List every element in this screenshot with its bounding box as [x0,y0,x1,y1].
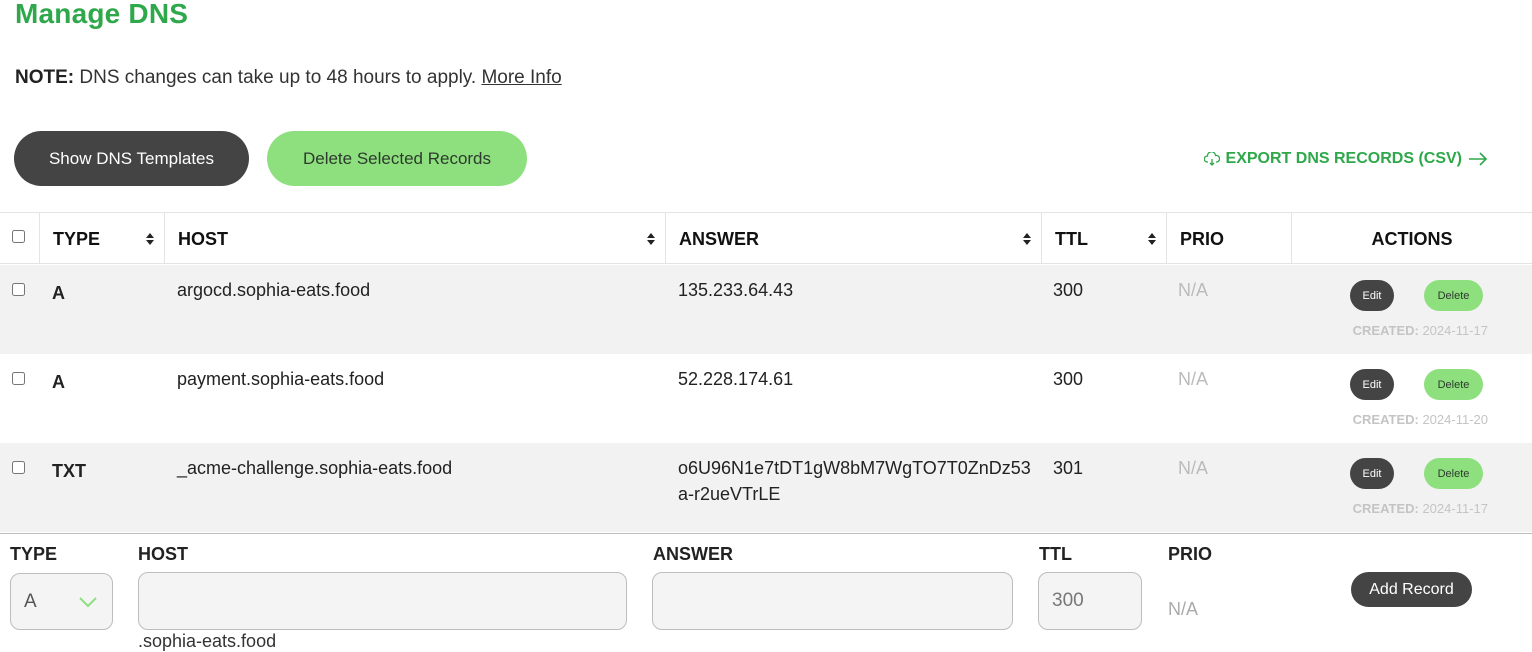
chevron-down-icon [79,597,97,608]
created-label: CREATED: [1352,412,1419,427]
arrow-right-icon [1468,151,1488,167]
row-checkbox[interactable] [12,461,25,474]
record-prio: N/A [1178,369,1209,389]
created-label: CREATED: [1352,323,1419,338]
created-value: 2024-11-17 [1418,323,1488,338]
delete-button[interactable]: Delete [1424,280,1483,311]
add-record-button[interactable]: Add Record [1351,572,1472,607]
prio-value: N/A [1168,599,1199,619]
form-type-label: TYPE [10,544,58,564]
record-type: A [52,283,65,303]
note: NOTE: DNS changes can take up to 48 hour… [15,67,562,89]
host-input[interactable] [138,572,627,630]
table-row: TXT _acme-challenge.sophia-eats.food o6U… [0,443,1532,532]
column-ttl-label: TTL [1055,229,1088,249]
table-header: TYPE HOST ANSWER TTL PRIO ACTIONS [0,212,1532,264]
created-date: CREATED: 2024-11-17 [1328,323,1488,338]
select-all-checkbox[interactable] [12,230,25,243]
answer-input[interactable] [652,572,1013,630]
edit-button[interactable]: Edit [1350,369,1394,400]
form-ttl-label: TTL [1039,544,1072,564]
column-answer[interactable]: ANSWER [665,213,1041,264]
record-answer: 52.228.174.61 [678,369,794,389]
edit-button[interactable]: Edit [1350,280,1394,311]
created-date: CREATED: 2024-11-20 [1328,412,1488,427]
record-host: _acme-challenge.sophia-eats.food [177,458,453,478]
export-label: EXPORT DNS RECORDS (CSV) [1225,150,1462,167]
sort-icon [146,233,154,245]
column-host[interactable]: HOST [164,213,665,264]
column-ttl[interactable]: TTL [1041,213,1166,264]
record-type: TXT [52,461,86,481]
sort-icon [1023,233,1031,245]
record-answer: o6U96N1e7tDT1gW8bM7WgTO7T0ZnDz53a-r2ueVT… [678,458,1031,504]
delete-button[interactable]: Delete [1424,458,1483,489]
note-label: NOTE: [15,67,75,88]
type-select[interactable]: A [10,573,113,630]
sort-icon [647,233,655,245]
record-prio: N/A [1178,280,1209,300]
column-actions: ACTIONS [1291,213,1532,264]
row-checkbox[interactable] [12,283,25,296]
delete-selected-records-button[interactable]: Delete Selected Records [267,131,527,186]
created-value: 2024-11-20 [1418,412,1488,427]
column-type[interactable]: TYPE [39,213,164,264]
more-info-link[interactable]: More Info [481,67,561,88]
form-prio-label: PRIO [1168,544,1213,564]
page-title: Manage DNS [15,0,189,29]
note-text: DNS changes can take up to 48 hours to a… [74,67,482,88]
record-answer: 135.233.64.43 [678,280,794,300]
column-prio-label: PRIO [1180,229,1225,249]
divider [0,533,1532,534]
delete-button[interactable]: Delete [1424,369,1483,400]
record-host: argocd.sophia-eats.food [177,280,371,300]
form-answer-label: ANSWER [653,544,733,564]
created-value: 2024-11-17 [1418,501,1488,516]
table-row: A argocd.sophia-eats.food 135.233.64.43 … [0,265,1532,354]
ttl-input[interactable]: 300 [1038,572,1142,630]
created-label: CREATED: [1352,501,1419,516]
record-ttl: 300 [1053,280,1084,300]
column-answer-label: ANSWER [679,229,759,249]
cloud-download-icon [1203,152,1220,166]
record-prio: N/A [1178,458,1209,478]
export-dns-records-link[interactable]: EXPORT DNS RECORDS (CSV) [1203,150,1488,168]
record-type: A [52,372,65,392]
record-ttl: 301 [1053,458,1084,478]
form-host-label: HOST [138,544,189,564]
column-actions-label: ACTIONS [1371,229,1453,249]
record-ttl: 300 [1053,369,1084,389]
column-type-label: TYPE [53,229,101,249]
row-checkbox[interactable] [12,372,25,385]
column-host-label: HOST [178,229,229,249]
host-suffix: .sophia-eats.food [138,631,277,651]
created-date: CREATED: 2024-11-17 [1328,501,1488,516]
show-dns-templates-button[interactable]: Show DNS Templates [14,131,249,186]
table-row: A payment.sophia-eats.food 52.228.174.61… [0,354,1532,443]
edit-button[interactable]: Edit [1350,458,1394,489]
column-prio: PRIO [1166,213,1291,264]
type-select-value: A [24,591,37,612]
sort-icon [1148,233,1156,245]
record-host: payment.sophia-eats.food [177,369,385,389]
